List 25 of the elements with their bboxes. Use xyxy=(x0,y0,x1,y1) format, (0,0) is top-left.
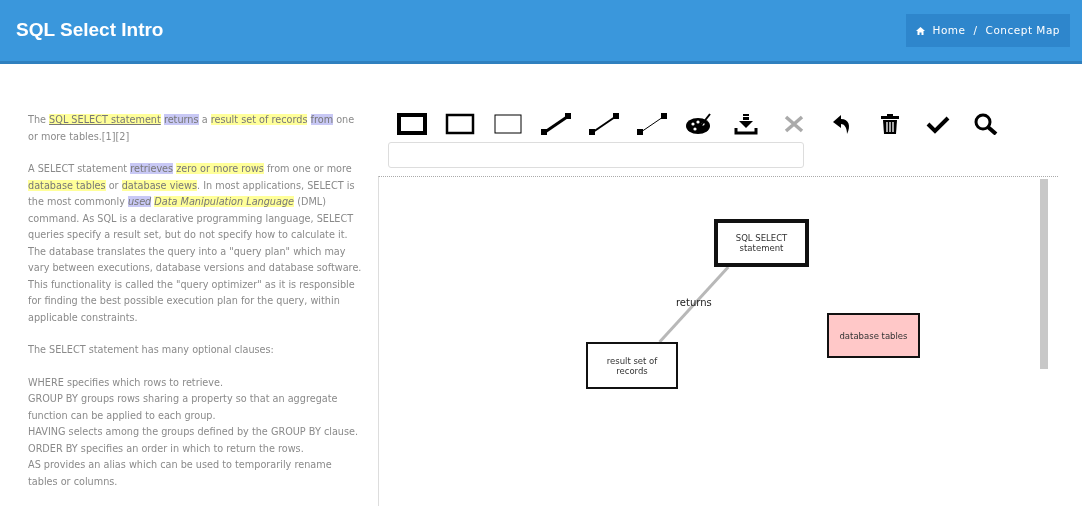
rect-medium-icon xyxy=(445,113,475,135)
paragraph: A SELECT statement retrieves zero or more rows from one or more database tables or database views. In most applications, SELECT is the most commonly used Data Manipulation Language (DML) command. As SQL is a declarative programming language, SELECT queries specify a result set, but do not specify how to calculate it. The database translates the query into a "query plan" which may vary between executions, database versions and database software. This functionality is called the "query optimizer" as it is responsible for finding the best possible execution plan for the query, within applicable constraints. xyxy=(28,162,362,325)
rect-thick-icon xyxy=(397,113,427,135)
concept-node[interactable]: result set of records xyxy=(586,342,678,389)
rect-thin-icon xyxy=(493,113,523,135)
clause-text: GROUP BY groups rows sharing a property so that an aggregate function can be applied to each group. xyxy=(28,392,339,423)
breadcrumb-link[interactable]: Home xyxy=(932,22,966,39)
concept-node[interactable]: database tables xyxy=(827,313,920,358)
clause-text: AS provides an alias which can be used to temporarily rename tables or columns. xyxy=(28,458,333,489)
scrollbar[interactable] xyxy=(1040,179,1048,369)
input-field[interactable] xyxy=(388,142,804,168)
line-thick-icon xyxy=(541,113,571,135)
page-title: SQL Select Intro xyxy=(16,18,164,43)
line-thin-icon xyxy=(637,113,667,135)
line-medium-icon xyxy=(589,113,619,135)
breadcrumb-current: Concept Map xyxy=(985,22,1060,38)
concept-node[interactable]: SQL SELECT statement xyxy=(714,219,809,267)
clause-text: ORDER BY specifies an order in which to return the rows. xyxy=(28,441,305,456)
home-icon xyxy=(915,26,925,35)
edge-label: returns xyxy=(675,295,712,310)
breadcrumb-separator: / xyxy=(973,22,978,38)
clause-text: HAVING selects among the groups defined by the GROUP BY clause. xyxy=(28,425,360,439)
paragraph: The SQL SELECT statement returns a result set of records from one or more tables.[1][2] xyxy=(28,113,356,144)
paragraph: The SELECT statement has many optional clauses: xyxy=(28,343,275,357)
clause-text: WHERE specifies which rows to retrieve. xyxy=(28,375,225,390)
